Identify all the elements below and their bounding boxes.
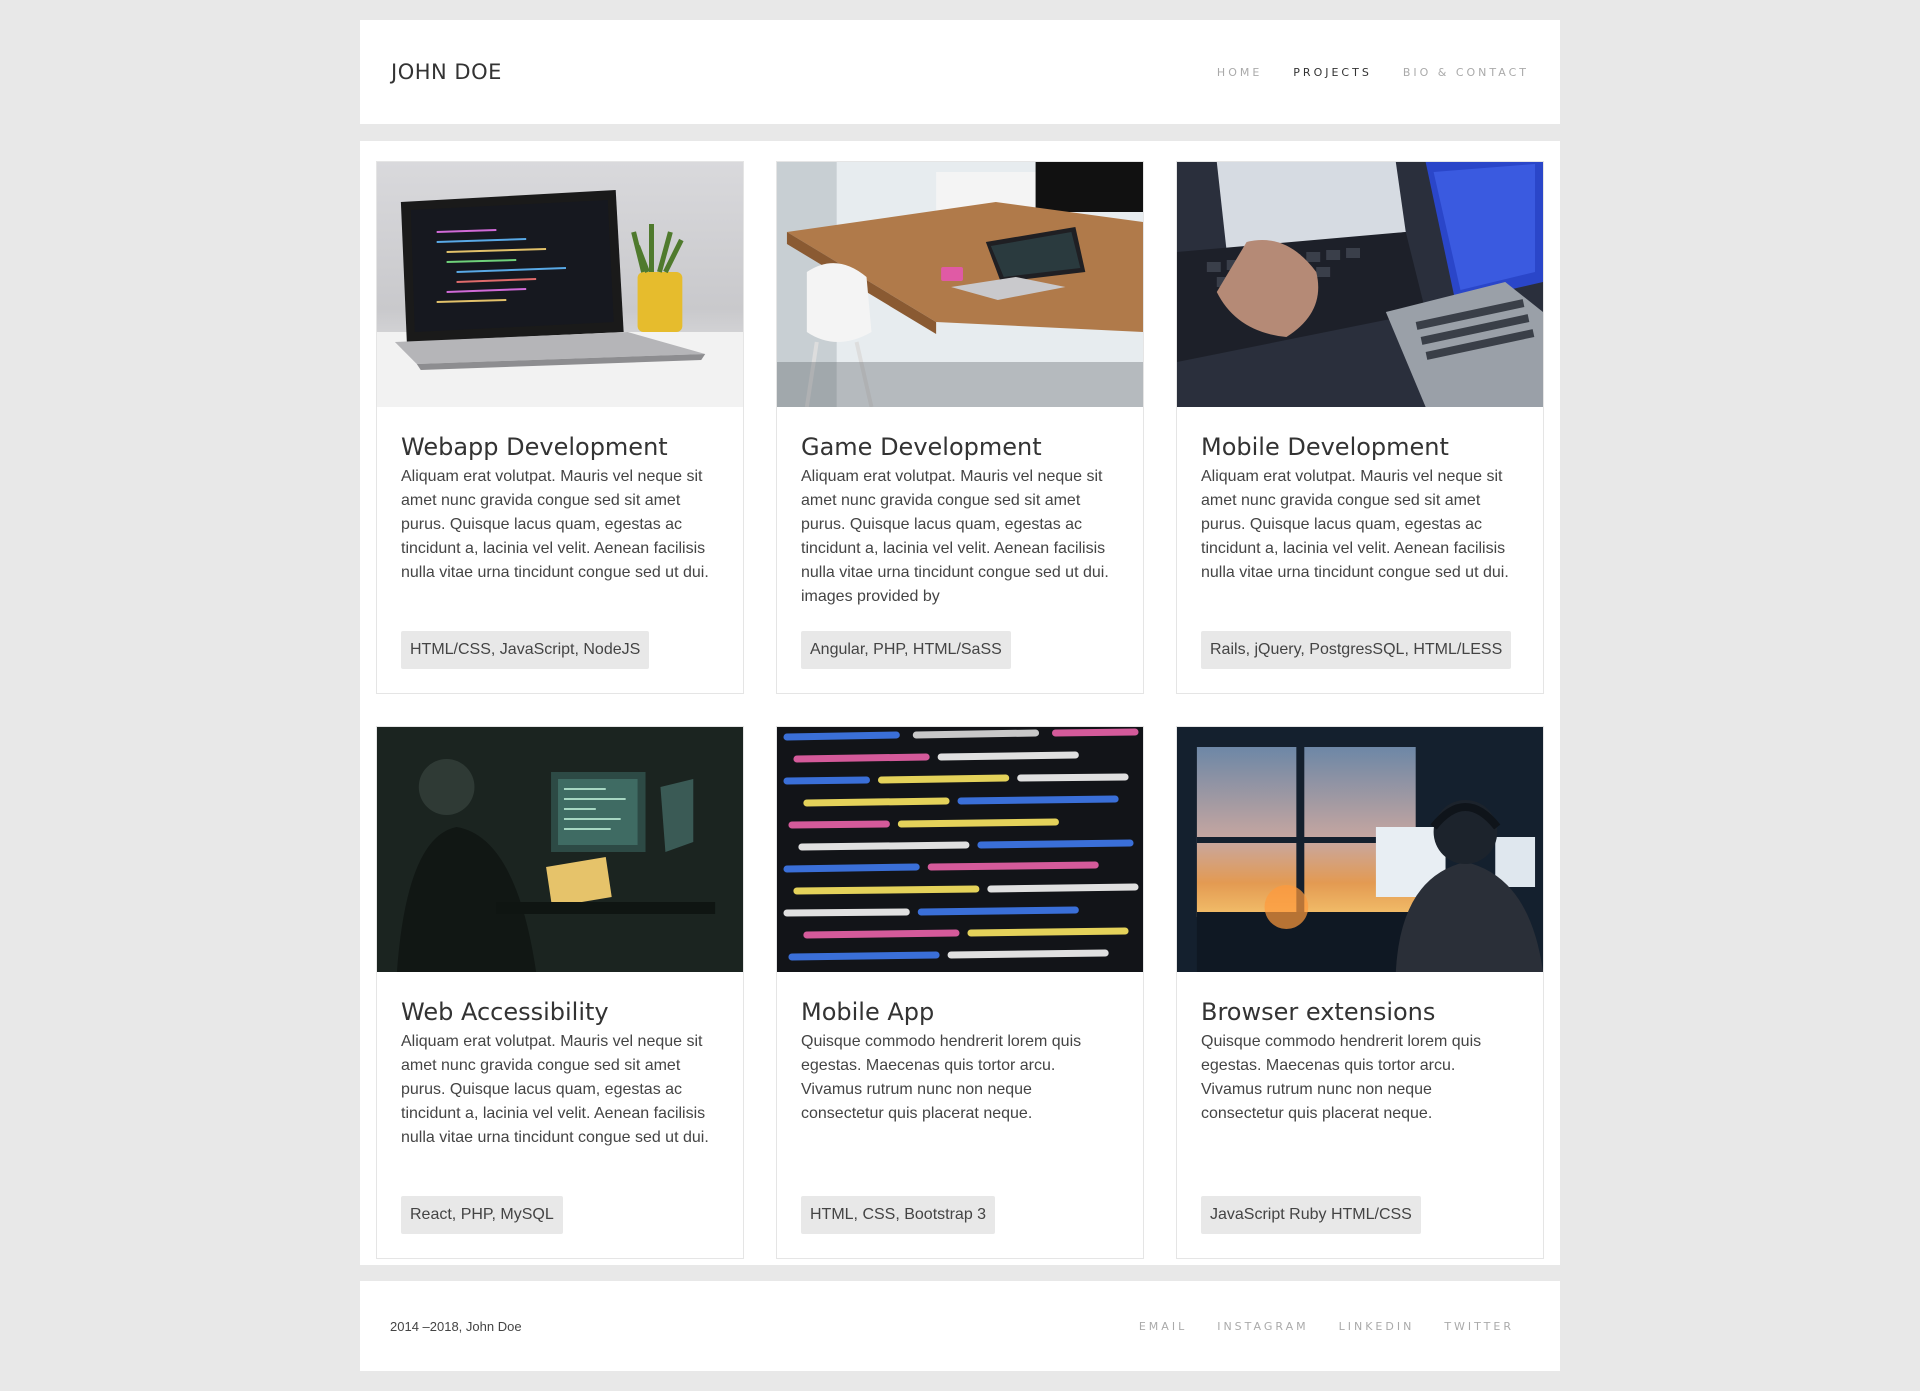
project-card-mobile-app[interactable]: Mobile App Quisque commodo hendrerit lor… <box>776 726 1144 1259</box>
nav-home[interactable]: HOME <box>1217 66 1262 79</box>
project-tech-tag: React, PHP, MySQL <box>401 1196 563 1234</box>
site-footer: 2014 –2018, John Doe EMAIL INSTAGRAM LIN… <box>360 1281 1560 1371</box>
nav-projects[interactable]: PROJECTS <box>1293 66 1372 79</box>
project-title: Mobile App <box>801 998 935 1026</box>
developer-dark-room-photo <box>377 727 743 972</box>
project-title: Browser extensions <box>1201 998 1436 1026</box>
footer-link-twitter[interactable]: TWITTER <box>1444 1320 1514 1333</box>
projects-grid: Webapp Development Aliquam erat volutpat… <box>376 161 1544 1259</box>
project-card-webapp[interactable]: Webapp Development Aliquam erat volutpat… <box>376 161 744 694</box>
site-brand[interactable]: JOHN DOE <box>391 60 502 84</box>
desk-workspace-photo <box>777 162 1143 407</box>
project-description: Aliquam erat volutpat. Mauris vel neque … <box>401 468 709 581</box>
site-header: JOHN DOE HOME PROJECTS BIO & CONTACT <box>360 20 1560 124</box>
code-closeup-photo <box>777 727 1143 972</box>
developer-sunset-window-photo <box>1177 727 1543 972</box>
project-card-game[interactable]: Game Development Aliquam erat volutpat. … <box>776 161 1144 694</box>
project-card-accessibility[interactable]: Web Accessibility Aliquam erat volutpat.… <box>376 726 744 1259</box>
project-tech-tag: JavaScript Ruby HTML/CSS <box>1201 1196 1421 1234</box>
laptop-on-desk-photo <box>377 162 743 407</box>
footer-link-instagram[interactable]: INSTAGRAM <box>1217 1320 1308 1333</box>
project-tech-tag: Rails, jQuery, PostgresSQL, HTML/LESS <box>1201 631 1512 669</box>
project-description: Quisque commodo hendrerit lorem quis ege… <box>801 1033 1082 1122</box>
project-tech-tag: HTML, CSS, Bootstrap 3 <box>801 1196 996 1234</box>
project-title: Web Accessibility <box>401 998 609 1026</box>
footer-link-linkedin[interactable]: LINKEDIN <box>1339 1320 1415 1333</box>
project-title: Webapp Development <box>401 433 668 461</box>
project-description: Quisque commodo hendrerit lorem quis ege… <box>1201 1033 1482 1122</box>
projects-panel: Webapp Development Aliquam erat volutpat… <box>360 141 1560 1265</box>
project-tech-tag: HTML/CSS, JavaScript, NodeJS <box>401 631 650 669</box>
project-card-browser-extensions[interactable]: Browser extensions Quisque commodo hendr… <box>1176 726 1544 1259</box>
project-title: Game Development <box>801 433 1042 461</box>
hands-typing-laptops-photo <box>1177 162 1543 407</box>
main-nav: HOME PROJECTS BIO & CONTACT <box>1217 66 1529 79</box>
project-description: Aliquam erat volutpat. Mauris vel neque … <box>1201 468 1509 581</box>
project-tech-tag: Angular, PHP, HTML/SaSS <box>801 631 1011 669</box>
project-title: Mobile Development <box>1201 433 1449 461</box>
footer-link-email[interactable]: EMAIL <box>1139 1320 1187 1333</box>
project-card-mobile[interactable]: Mobile Development Aliquam erat volutpat… <box>1176 161 1544 694</box>
copyright-text: 2014 –2018, John Doe <box>390 1318 522 1334</box>
project-description: Aliquam erat volutpat. Mauris vel neque … <box>401 1033 709 1146</box>
project-description: Aliquam erat volutpat. Mauris vel neque … <box>801 468 1109 605</box>
social-links: EMAIL INSTAGRAM LINKEDIN TWITTER <box>1139 1320 1529 1333</box>
nav-bio-contact[interactable]: BIO & CONTACT <box>1403 66 1529 79</box>
